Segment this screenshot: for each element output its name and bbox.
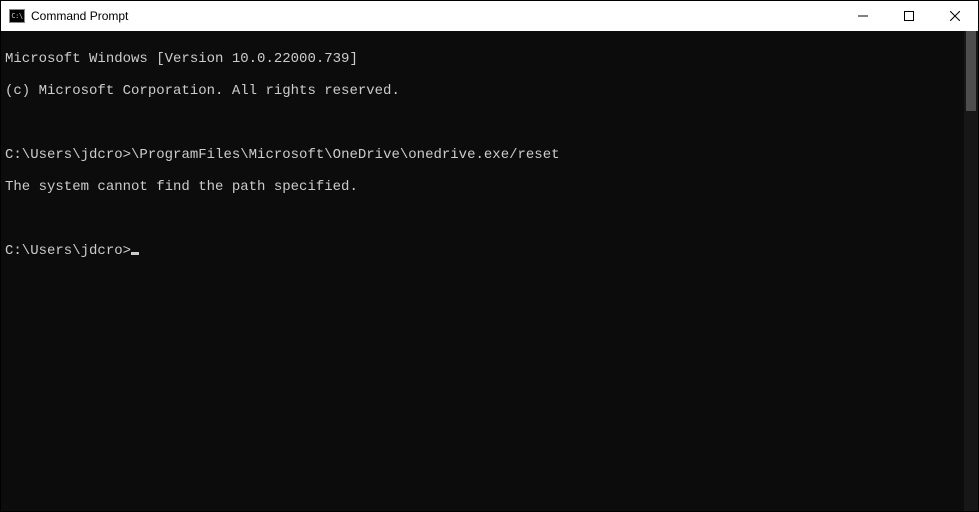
version-line: Microsoft Windows [Version 10.0.22000.73… — [5, 51, 960, 67]
close-icon — [950, 11, 960, 21]
maximize-button[interactable] — [886, 1, 932, 31]
vertical-scrollbar[interactable] — [964, 31, 978, 511]
command-prompt-window: C:\ Command Prompt Microsoft Windows [Ve… — [0, 0, 979, 512]
close-button[interactable] — [932, 1, 978, 31]
scrollbar-thumb[interactable] — [966, 31, 976, 111]
prompt-prefix: C:\Users\jdcro> — [5, 243, 131, 259]
maximize-icon — [904, 11, 914, 21]
command-line: C:\Users\jdcro>\ProgramFiles\Microsoft\O… — [5, 147, 960, 163]
terminal-area[interactable]: Microsoft Windows [Version 10.0.22000.73… — [1, 31, 964, 511]
window-title: Command Prompt — [31, 9, 128, 23]
cmd-icon: C:\ — [9, 9, 25, 23]
current-prompt-line: C:\Users\jdcro> — [5, 243, 960, 259]
blank-line — [5, 115, 960, 131]
cursor — [131, 252, 139, 255]
titlebar-left: C:\ Command Prompt — [9, 9, 128, 23]
blank-line — [5, 211, 960, 227]
titlebar[interactable]: C:\ Command Prompt — [1, 1, 978, 31]
terminal-wrap: Microsoft Windows [Version 10.0.22000.73… — [1, 31, 978, 511]
copyright-line: (c) Microsoft Corporation. All rights re… — [5, 83, 960, 99]
minimize-icon — [858, 11, 868, 21]
window-controls — [840, 1, 978, 31]
error-message: The system cannot find the path specifie… — [5, 179, 960, 195]
prompt-prefix: C:\Users\jdcro> — [5, 147, 131, 163]
minimize-button[interactable] — [840, 1, 886, 31]
entered-command: \ProgramFiles\Microsoft\OneDrive\onedriv… — [131, 147, 559, 163]
